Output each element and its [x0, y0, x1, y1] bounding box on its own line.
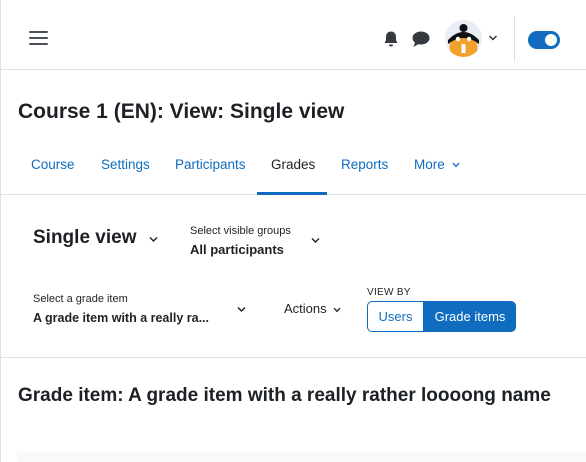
active-tab-indicator — [257, 192, 327, 195]
tab-settings[interactable]: Settings — [101, 157, 150, 172]
grade-item-selector-label: Select a grade item — [33, 293, 128, 305]
actions-dropdown[interactable]: Actions — [284, 301, 341, 316]
bell-icon[interactable] — [382, 30, 400, 48]
groups-selector[interactable]: All participants — [190, 242, 284, 257]
table-top-edge — [17, 452, 586, 462]
edit-mode-toggle[interactable] — [528, 31, 560, 49]
page-title: Course 1 (EN): View: Single view — [18, 100, 345, 123]
secondary-navigation: Course Settings Participants Grades Repo… — [1, 140, 586, 195]
chevron-down-icon — [333, 307, 341, 312]
report-selector[interactable]: Single view — [33, 227, 136, 249]
tab-more-label: More — [414, 157, 445, 172]
view-by-label: VIEW BY — [367, 287, 411, 298]
chat-bubble-icon[interactable] — [411, 30, 431, 48]
grade-item-heading: Grade item: A grade item with a really r… — [18, 385, 551, 406]
view-by-grade-items-button[interactable]: Grade items — [424, 301, 516, 332]
tab-grades[interactable]: Grades — [271, 157, 315, 172]
chevron-down-icon[interactable] — [149, 236, 158, 243]
grade-item-selector[interactable]: A grade item with a really ra... — [33, 311, 209, 325]
hamburger-icon[interactable] — [29, 31, 48, 46]
top-navbar — [1, 0, 586, 70]
chevron-down-icon — [452, 163, 460, 168]
chevron-down-icon[interactable] — [488, 34, 498, 42]
navbar-divider — [514, 16, 515, 62]
view-by-users-button[interactable]: Users — [367, 301, 424, 332]
groups-selector-label: Select visible groups — [190, 225, 291, 237]
view-by-toggle: Users Grade items — [367, 301, 516, 332]
tab-reports[interactable]: Reports — [341, 157, 388, 172]
chevron-down-icon[interactable] — [311, 237, 320, 244]
tab-more[interactable]: More — [414, 157, 460, 172]
avatar[interactable] — [445, 20, 482, 57]
tab-course[interactable]: Course — [31, 157, 75, 172]
chevron-down-icon[interactable] — [237, 306, 246, 313]
tertiary-navigation: Single view Select visible groups All pa… — [1, 196, 586, 358]
tab-participants[interactable]: Participants — [175, 157, 246, 172]
page: Course 1 (EN): View: Single view Course … — [0, 0, 586, 462]
actions-label: Actions — [284, 301, 327, 316]
